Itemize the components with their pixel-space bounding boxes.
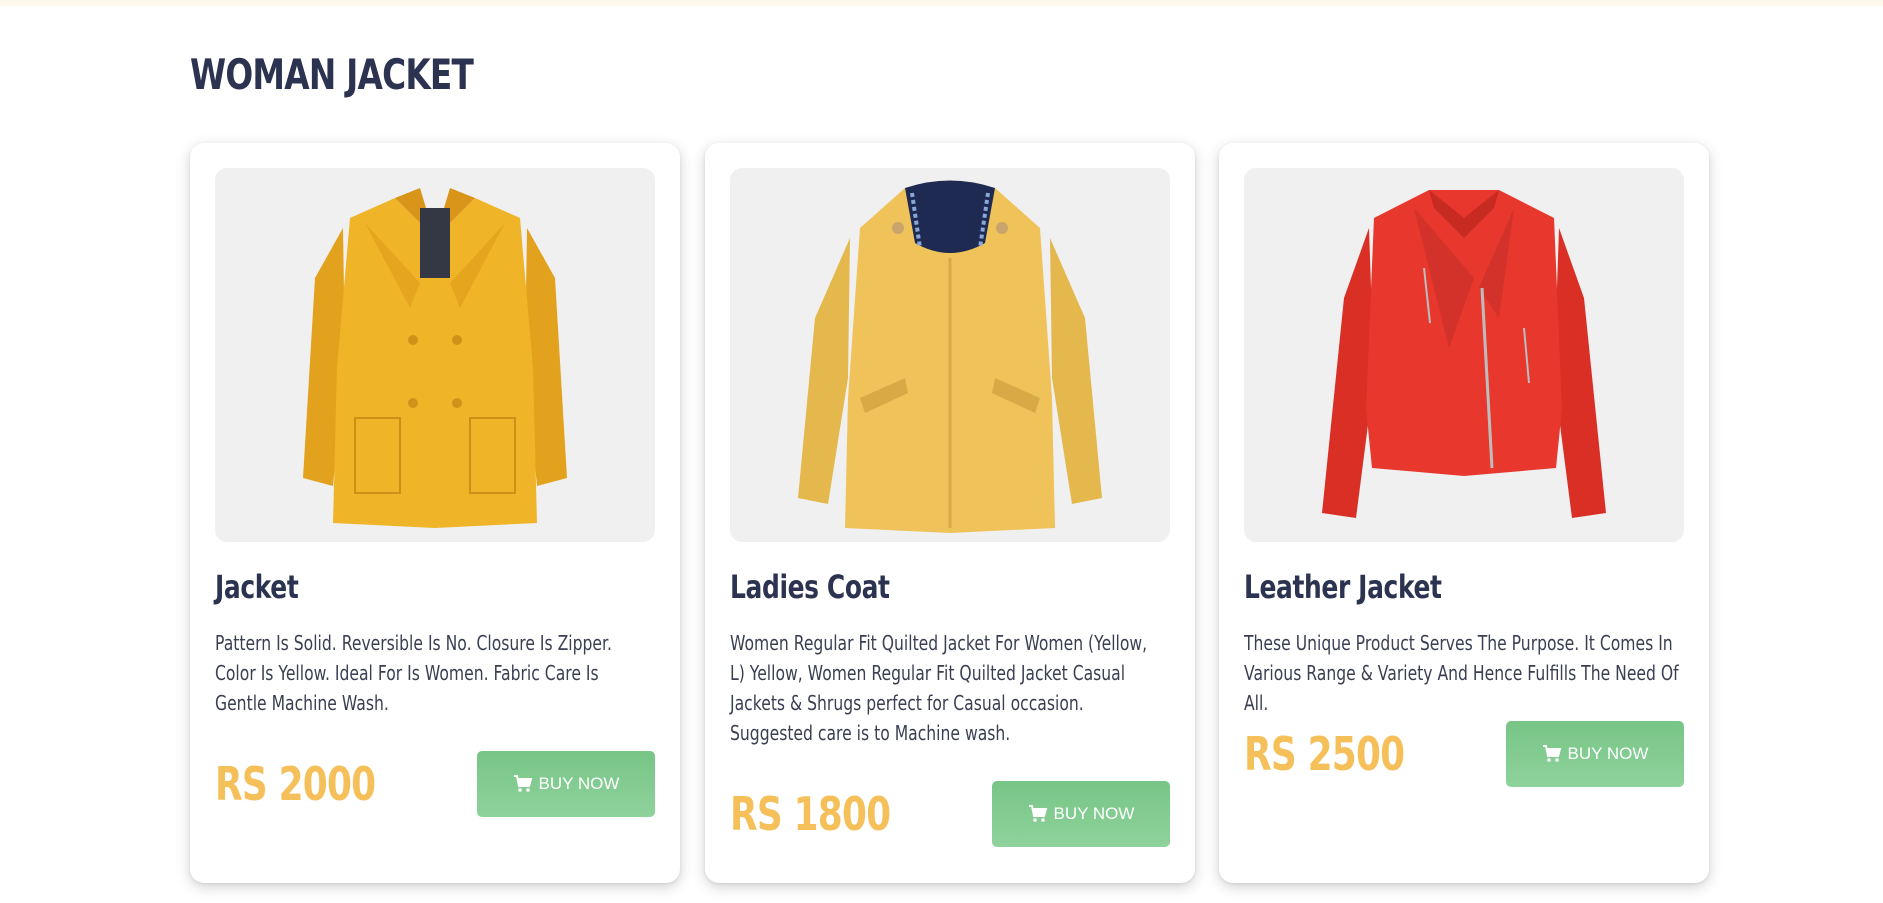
product-description: These Unique Product Serves The Purpose.… [1244,631,1679,715]
product-image[interactable] [730,168,1170,542]
product-card-leather-jacket: Leather Jacket These Unique Product Serv… [1219,143,1709,883]
product-title: Leather Jacket [1244,568,1442,606]
product-footer: RS 2500 BUY NOW [1244,721,1684,787]
product-description: Women Regular Fit Quilted Jacket For Wom… [730,631,1148,745]
yellow-hooded-coat-image [798,180,1102,533]
product-price: RS 2000 [215,757,376,811]
product-image[interactable] [215,168,655,542]
buy-now-label: BUY NOW [1053,804,1135,823]
cart-icon [1542,745,1561,762]
product-image[interactable] [1244,168,1684,542]
section-title: WOMAN JACKET [190,50,474,99]
red-leather-jacket-image [1322,190,1606,518]
cart-icon [1028,805,1047,822]
product-card-ladies-coat: Ladies Coat Women Regular Fit Quilted Ja… [705,143,1195,883]
product-title: Jacket [215,568,299,606]
buy-now-button[interactable]: BUY NOW [1506,721,1684,787]
buy-now-label: BUY NOW [538,774,620,793]
product-description: Pattern Is Solid. Reversible Is No. Clos… [215,631,612,715]
buy-now-button[interactable]: BUY NOW [477,751,655,817]
product-grid: Jacket Pattern Is Solid. Reversible Is N… [190,143,1710,883]
product-price: RS 1800 [730,787,891,841]
cart-icon [513,775,532,792]
product-card-jacket: Jacket Pattern Is Solid. Reversible Is N… [190,143,680,883]
yellow-peacoat-image [303,188,567,528]
top-banner-strip [0,0,1883,6]
buy-now-button[interactable]: BUY NOW [992,781,1170,847]
product-footer: RS 2000 BUY NOW [215,751,655,817]
buy-now-label: BUY NOW [1567,744,1649,763]
product-footer: RS 1800 BUY NOW [730,781,1170,847]
product-section: WOMAN JACKET Jacket Pattern Is Solid. Re… [190,40,1710,883]
product-title: Ladies Coat [730,568,890,606]
product-price: RS 2500 [1244,727,1405,781]
